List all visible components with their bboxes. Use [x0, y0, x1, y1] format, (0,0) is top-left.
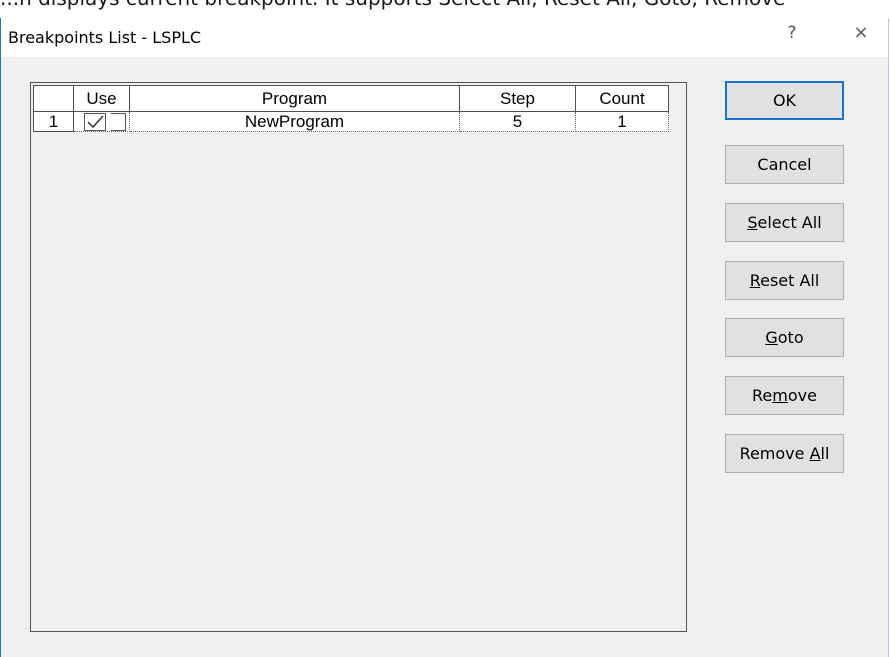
remove-button[interactable]: Remove: [725, 376, 844, 415]
reset-all-mnemonic: R: [749, 271, 761, 290]
program-cell[interactable]: NewProgram: [130, 112, 460, 132]
row-number: 1: [33, 112, 74, 132]
select-all-mnemonic: S: [747, 213, 758, 232]
count-cell[interactable]: 1: [576, 112, 669, 132]
remove-label-post: ove: [787, 386, 817, 405]
reset-all-button[interactable]: Reset All: [725, 261, 844, 300]
reset-all-label-post: eset All: [760, 271, 820, 290]
header-count[interactable]: Count: [576, 85, 669, 112]
remove-all-mnemonic: A: [809, 444, 821, 463]
help-icon[interactable]: ?: [769, 18, 815, 48]
cancel-button[interactable]: Cancel: [725, 145, 844, 184]
breakpoints-list[interactable]: Use Program Step Count 1 NewProgram 5 1: [30, 82, 687, 632]
close-icon[interactable]: ×: [838, 18, 884, 48]
goto-label-post: oto: [777, 328, 804, 347]
background-window-text: ...n displays current breakpoint. It sup…: [0, 0, 890, 10]
remove-mnemonic: m: [772, 386, 788, 405]
select-all-label-post: elect All: [757, 213, 822, 232]
remove-all-button[interactable]: Remove All: [725, 434, 844, 473]
remove-all-label-pre: Remove: [739, 444, 810, 463]
step-cell[interactable]: 5: [460, 112, 576, 132]
header-step[interactable]: Step: [460, 85, 576, 112]
select-all-button[interactable]: Select All: [725, 203, 844, 242]
title-bar: Breakpoints List - LSPLC ? ×: [1, 18, 888, 57]
remove-all-label-post: ll: [820, 444, 830, 463]
header-program[interactable]: Program: [130, 85, 460, 112]
header-use[interactable]: Use: [74, 85, 130, 112]
header-corner: [33, 85, 74, 112]
use-checkbox-edge: [111, 113, 126, 131]
goto-button[interactable]: Goto: [725, 318, 844, 357]
remove-label-pre: Re: [752, 386, 773, 405]
goto-mnemonic: G: [765, 328, 778, 347]
breakpoints-dialog: Breakpoints List - LSPLC ? × Use Program…: [0, 18, 889, 657]
checkmark-icon: [87, 115, 104, 129]
ok-button[interactable]: OK: [725, 81, 844, 120]
use-checkbox[interactable]: [84, 113, 106, 131]
dialog-title: Breakpoints List - LSPLC: [8, 28, 202, 47]
